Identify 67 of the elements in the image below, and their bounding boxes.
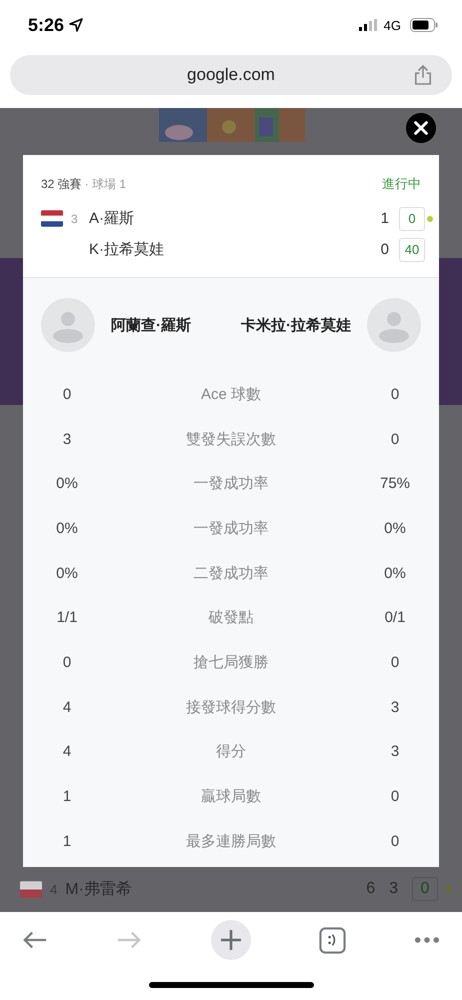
player-name: 阿蘭查·羅斯 bbox=[111, 316, 191, 334]
stat-label: 二發成功率 bbox=[192, 564, 270, 583]
stat-label: 搶七局獲勝 bbox=[192, 652, 270, 672]
stat-label: 最多連勝局數 bbox=[185, 832, 277, 851]
more-icon[interactable] bbox=[414, 936, 440, 944]
tabs-icon[interactable] bbox=[318, 926, 346, 954]
avatar-icon bbox=[41, 298, 95, 352]
match-round: 32 強賽 bbox=[41, 176, 82, 192]
plus-icon bbox=[218, 928, 242, 952]
close-icon bbox=[412, 119, 430, 137]
stat-value: 0% bbox=[383, 564, 407, 582]
stat-label: 一發成功率 bbox=[192, 518, 270, 538]
stat-label: 一發成功率 bbox=[192, 474, 270, 494]
stat-value: 75% bbox=[378, 475, 412, 492]
flag-icon bbox=[20, 880, 42, 898]
set-score: 3 bbox=[389, 880, 398, 898]
stat-value: 1 bbox=[62, 788, 72, 806]
new-tab-button[interactable] bbox=[210, 920, 250, 960]
stat-value: 4 bbox=[62, 698, 72, 716]
seed-number: 3 bbox=[71, 212, 79, 226]
stat-label: 接發球得分數 bbox=[185, 698, 277, 717]
stat-value: 0% bbox=[55, 475, 79, 492]
player-name: M·弗雷希 bbox=[65, 880, 132, 900]
battery-icon bbox=[410, 18, 438, 32]
stat-value: 1/1 bbox=[56, 609, 78, 626]
player-name: A·羅斯 bbox=[89, 209, 134, 228]
location-icon bbox=[69, 18, 84, 32]
signal-icon bbox=[358, 19, 377, 31]
stat-label: 雙發失誤次數 bbox=[185, 430, 277, 449]
stat-label: 得分 bbox=[215, 742, 247, 762]
stat-value: 1 bbox=[62, 832, 72, 850]
stat-value: 0% bbox=[383, 520, 407, 537]
back-icon[interactable] bbox=[22, 930, 48, 950]
stat-value: 0 bbox=[62, 386, 72, 403]
set-score: 1 bbox=[380, 210, 389, 227]
share-icon[interactable] bbox=[414, 64, 432, 86]
match-status: 進行中 bbox=[382, 175, 421, 193]
stat-value: 4 bbox=[62, 743, 72, 760]
stat-value: 3 bbox=[390, 743, 400, 760]
court-label: · 球場 1 bbox=[84, 176, 126, 192]
stat-value: 3 bbox=[390, 698, 400, 716]
address-bar[interactable]: google.com bbox=[10, 55, 452, 95]
player-name: K·拉希莫娃 bbox=[89, 240, 164, 259]
stat-value: 0/1 bbox=[384, 609, 406, 626]
set-score: 6 bbox=[366, 880, 376, 898]
stat-value: 0 bbox=[62, 654, 72, 671]
stat-label: 破發點 bbox=[208, 608, 254, 628]
stat-value: 0% bbox=[55, 564, 79, 582]
stat-value: 0 bbox=[390, 832, 400, 850]
set-score: 0 bbox=[380, 241, 389, 258]
player-name: 卡米拉·拉希莫娃 bbox=[241, 316, 351, 334]
close-button[interactable] bbox=[406, 113, 436, 143]
status-time: 5:26 bbox=[28, 14, 64, 36]
stat-value: 0 bbox=[390, 430, 400, 448]
stat-label: 贏球局數 bbox=[200, 787, 262, 806]
stat-value: 0 bbox=[390, 386, 400, 403]
avatar-icon bbox=[367, 298, 421, 352]
game-score: 0 bbox=[412, 877, 438, 901]
stat-label: Ace 球數 bbox=[200, 384, 262, 404]
stat-value: 0 bbox=[390, 788, 400, 806]
stat-value: 0 bbox=[390, 654, 400, 671]
network-label: 4G bbox=[384, 18, 401, 32]
game-score: 40 bbox=[399, 238, 425, 262]
game-score: 0 bbox=[399, 206, 425, 230]
stat-value: 0% bbox=[55, 520, 79, 537]
stat-value: 3 bbox=[62, 430, 72, 448]
flag-icon bbox=[41, 210, 63, 227]
